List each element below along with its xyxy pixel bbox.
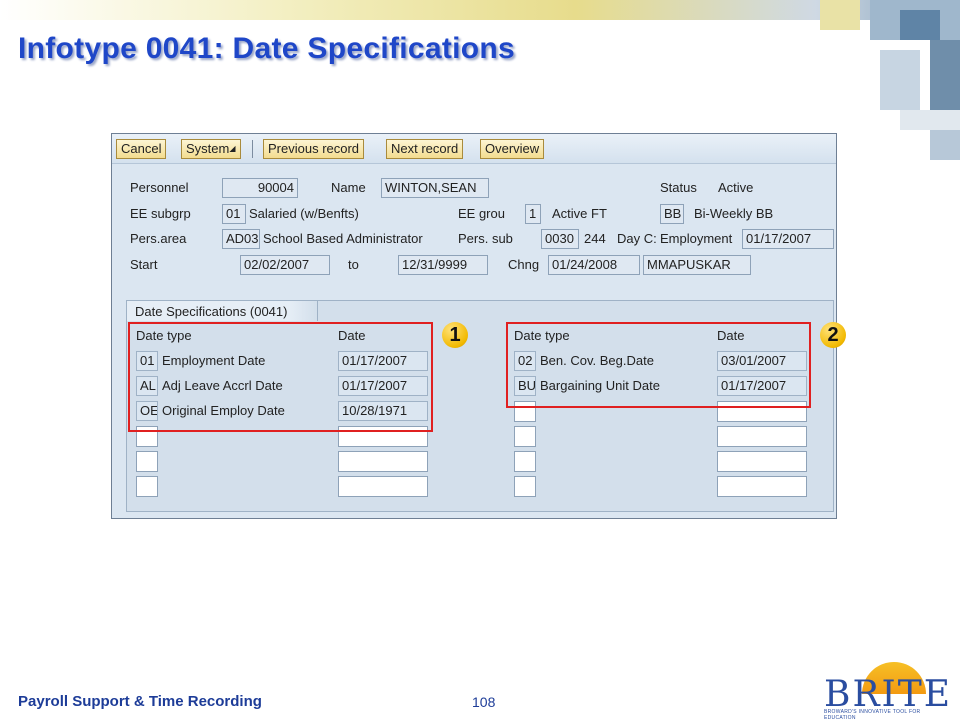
logo-tagline: BROWARD'S INNOVATIVE TOOL FOR EDUCATION <box>824 709 921 720</box>
dropdown-caret-icon: ◢ <box>229 144 236 153</box>
pers-area-label: Pers.area <box>130 231 187 246</box>
personnel-number-field[interactable]: 90004 <box>222 178 298 198</box>
employment-label: Employment <box>660 231 733 246</box>
system-menu-button[interactable]: System◢ <box>181 139 241 159</box>
left-date-type-input-6[interactable] <box>136 476 158 497</box>
previous-record-button[interactable]: Previous record <box>263 139 365 159</box>
page-number: 108 <box>472 694 496 710</box>
employment-date-field[interactable]: 01/17/2007 <box>742 229 834 249</box>
right-date-type-input-4[interactable] <box>514 426 536 447</box>
ee-group-label: EE grou <box>458 206 505 221</box>
sap-toolbar: Cancel System◢ Previous record Next reco… <box>112 134 836 164</box>
right-date-input-6[interactable] <box>717 476 807 497</box>
pers-subarea-text: Day C: <box>617 231 657 246</box>
payroll-area-text: Bi-Weekly BB <box>694 206 774 221</box>
date-specifications-group-title: Date Specifications (0041) <box>126 300 319 321</box>
left-date-input-5[interactable] <box>338 451 428 472</box>
brite-logo: BRITE BROWARD'S INNOVATIVE TOOL FOR EDUC… <box>812 660 952 720</box>
status-label: Status <box>660 180 697 195</box>
changed-date-field[interactable]: 01/24/2008 <box>548 255 640 275</box>
ee-group-code-field[interactable]: 1 <box>525 204 541 224</box>
next-record-button[interactable]: Next record <box>386 139 464 159</box>
pers-subarea-number: 244 <box>584 231 606 246</box>
pers-area-text: School Based Administrator <box>263 231 423 246</box>
changed-by-field[interactable]: MMAPUSKAR <box>643 255 751 275</box>
start-label: Start <box>130 257 158 272</box>
left-date-input-6[interactable] <box>338 476 428 497</box>
to-label: to <box>348 257 359 272</box>
ee-subgroup-label: EE subgrp <box>130 206 191 221</box>
system-menu-label: System <box>186 141 230 156</box>
overview-button[interactable]: Overview <box>480 139 545 159</box>
footer-title: Payroll Support & Time Recording <box>18 693 262 710</box>
right-date-input-5[interactable] <box>717 451 807 472</box>
name-label: Name <box>331 180 366 195</box>
ee-subgroup-text: Salaried (w/Benfts) <box>249 206 359 221</box>
pers-subarea-label: Pers. sub <box>458 231 513 246</box>
start-date-field[interactable]: 02/02/2007 <box>240 255 330 275</box>
status-value: Active <box>718 180 754 195</box>
cancel-button[interactable]: Cancel <box>116 139 167 159</box>
left-date-type-input-5[interactable] <box>136 451 158 472</box>
highlight-box-left <box>128 322 433 432</box>
right-date-type-input-5[interactable] <box>514 451 536 472</box>
ee-subgroup-code-field[interactable]: 01 <box>222 204 246 224</box>
right-date-type-input-6[interactable] <box>514 476 536 497</box>
personnel-label: Personnel <box>130 180 189 195</box>
page-title: Infotype 0041: Date Specifications <box>18 32 516 65</box>
payroll-area-code-field[interactable]: BB <box>660 204 684 224</box>
callout-badge-2: 2 <box>820 322 846 348</box>
pers-subarea-code-field[interactable]: 0030 <box>541 229 579 249</box>
right-date-input-4[interactable] <box>717 426 807 447</box>
end-date-field[interactable]: 12/31/9999 <box>398 255 488 275</box>
toolbar-separator <box>252 140 253 158</box>
name-field[interactable]: WINTON,SEAN <box>381 178 489 198</box>
highlight-box-right <box>506 322 811 408</box>
pers-area-code-field[interactable]: AD03 <box>222 229 260 249</box>
callout-badge-1: 1 <box>442 322 468 348</box>
ee-group-text: Active FT <box>552 206 607 221</box>
changed-label: Chng <box>508 257 540 272</box>
